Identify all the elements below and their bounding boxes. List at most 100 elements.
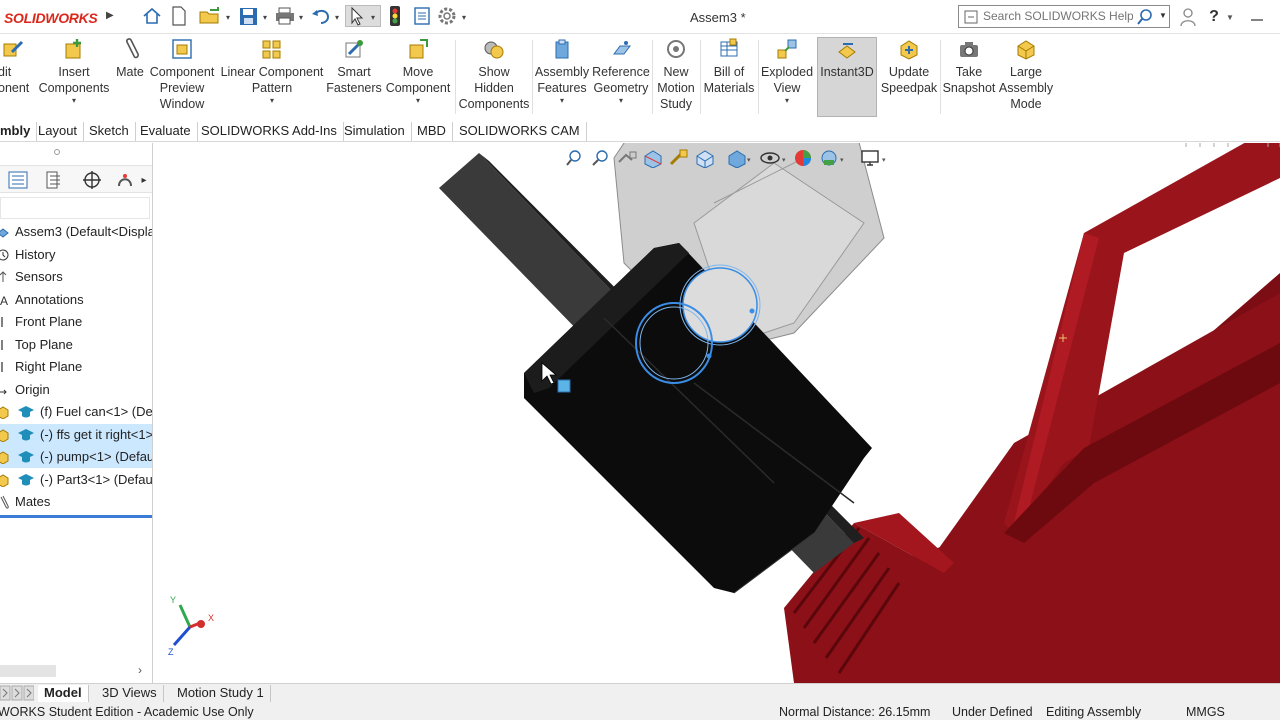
file-properties-icon[interactable]: [410, 5, 434, 27]
print-icon[interactable]: ▾: [274, 5, 308, 27]
status-units[interactable]: MMGS: [1186, 702, 1225, 720]
tree-item-pump[interactable]: (-) pump<1> (Defau: [0, 446, 152, 468]
tree-item-mates[interactable]: Mates: [0, 491, 152, 513]
edit-appearance-icon[interactable]: [792, 148, 814, 168]
tab-3d-views[interactable]: 3D Views: [96, 685, 164, 702]
svg-text:A: A: [0, 294, 8, 307]
command-manager-tabs: mbly Layout Sketch Evaluate SOLIDWORKS A…: [0, 120, 1280, 142]
user-account-icon[interactable]: [1178, 6, 1198, 28]
svg-text:▾: ▾: [782, 157, 786, 164]
tab-layout[interactable]: Layout: [32, 122, 85, 141]
dynamic-annotation-icon[interactable]: [668, 148, 690, 168]
ribbon-separator: [758, 40, 759, 114]
tree-item-annotations[interactable]: A Annotations: [0, 289, 152, 311]
tree-item-sensors[interactable]: Sensors: [0, 266, 152, 288]
hide-show-items-icon[interactable]: ▾: [758, 148, 788, 168]
tab-solidworks-cam[interactable]: SOLIDWORKS CAM: [453, 122, 587, 141]
tree-rollback-bar[interactable]: [0, 515, 152, 518]
open-document-icon[interactable]: ▾: [198, 5, 234, 27]
update-speedpak-button[interactable]: Update Speedpak: [880, 38, 938, 96]
camera-icon: [960, 42, 978, 57]
model-scene[interactable]: [154, 143, 1280, 683]
save-icon[interactable]: ▾: [238, 5, 272, 27]
ribbon-separator: [455, 40, 456, 114]
property-manager-icon[interactable]: [40, 168, 68, 192]
tree-item-history[interactable]: History: [0, 244, 152, 266]
bill-of-materials-button[interactable]: Bill of Materials: [702, 38, 756, 96]
help-icon[interactable]: ?: [1204, 6, 1224, 28]
panel-horizontal-scrollbar[interactable]: ›: [0, 663, 152, 679]
tree-item-ffs-get-it-right[interactable]: (-) ffs get it right<1>: [0, 424, 152, 446]
new-motion-study-button[interactable]: New Motion Study: [654, 38, 698, 112]
linear-component-pattern-button[interactable]: Linear Component Pattern ▾: [220, 38, 324, 106]
edit-component-button[interactable]: dit onent: [0, 38, 34, 96]
home-icon[interactable]: [140, 5, 164, 27]
search-icon[interactable]: [1136, 8, 1154, 26]
motion-study-icon: [667, 40, 685, 58]
status-normal-distance: Normal Distance: 26.15mm: [779, 705, 931, 719]
instant3d-button[interactable]: Instant3D: [817, 37, 877, 117]
solidworks-logo[interactable]: SOLIDWORKS: [4, 10, 98, 26]
component-preview-window-button[interactable]: Component Preview Window: [148, 38, 216, 112]
help-dropdown-icon[interactable]: ▼: [1224, 6, 1236, 28]
section-view-icon[interactable]: [642, 148, 664, 168]
display-style-icon[interactable]: ▾: [726, 148, 752, 168]
configuration-manager-icon[interactable]: [78, 168, 106, 192]
move-component-button[interactable]: Move Component ▾: [384, 38, 452, 106]
exploded-view-button[interactable]: Exploded View ▾: [760, 38, 814, 106]
panel-pin-icon[interactable]: [54, 149, 60, 155]
minimize-icon[interactable]: [1242, 6, 1272, 28]
scroll-right-icon[interactable]: ›: [138, 663, 142, 677]
show-hidden-components-button[interactable]: Show Hidden Components: [458, 38, 530, 112]
tab-sketch[interactable]: Sketch: [83, 122, 136, 141]
view-settings-monitor-icon[interactable]: ▾: [860, 148, 890, 168]
new-document-icon[interactable]: [168, 5, 190, 27]
insert-components-button[interactable]: Insert Components ▾: [38, 38, 110, 106]
tree-item-top-plane[interactable]: Top Plane: [0, 334, 152, 356]
undo-icon[interactable]: ▾: [310, 5, 344, 27]
search-dropdown-icon[interactable]: ▼: [1159, 11, 1167, 20]
large-assembly-mode-button[interactable]: Large Assembly Mode: [998, 38, 1054, 112]
graphics-viewport[interactable]: ▾ ▾ ▾ ▾ Y Z X: [154, 143, 1280, 683]
scrollbar-thumb[interactable]: [0, 665, 56, 677]
panel-scroll-right-icon[interactable]: ▸: [136, 168, 152, 192]
assembly-features-button[interactable]: Assembly Features ▾: [534, 38, 590, 106]
take-snapshot-button[interactable]: Take Snapshot: [942, 38, 996, 96]
display-manager-icon[interactable]: [114, 168, 136, 192]
select-arrow-icon[interactable]: ▾: [345, 5, 381, 27]
rebuild-traffic-light-icon[interactable]: [384, 5, 406, 27]
viewport-tile-icon[interactable]: [1267, 143, 1280, 147]
feature-manager-tree-icon[interactable]: [4, 168, 32, 192]
previous-view-icon[interactable]: [616, 148, 638, 168]
tab-model[interactable]: Model: [38, 685, 89, 702]
help-search-box[interactable]: ▼: [958, 5, 1170, 28]
svg-text:▾: ▾: [263, 13, 267, 22]
edit-component-icon: [3, 40, 24, 57]
title-bar: SOLIDWORKS ▶ ▾ ▾ ▾ ▾ ▾ ▾ Assem3 * Search…: [0, 0, 1280, 34]
tree-item-fuel-can[interactable]: (f) Fuel can<1> (Def: [0, 401, 152, 423]
options-gear-icon[interactable]: ▾: [436, 5, 472, 27]
tab-motion-study-1[interactable]: Motion Study 1: [171, 685, 271, 702]
tab-solidworks-add-ins[interactable]: SOLIDWORKS Add-Ins: [195, 122, 344, 141]
tab-mbd[interactable]: MBD: [411, 122, 453, 141]
viewport-maximize-icon[interactable]: [1213, 143, 1229, 147]
view-orientation-icon[interactable]: [694, 148, 716, 168]
mate-button[interactable]: Mate: [112, 38, 148, 80]
viewport-restore-icon[interactable]: [1185, 143, 1201, 147]
tree-item-origin[interactable]: Origin: [0, 379, 152, 401]
menu-expand-icon[interactable]: ▶: [106, 10, 114, 21]
zoom-to-area-icon[interactable]: [590, 148, 612, 168]
apply-scene-icon[interactable]: ▾: [818, 148, 848, 168]
help-search-input[interactable]: [983, 9, 1133, 23]
tab-navigation-arrows[interactable]: [0, 685, 34, 701]
tab-simulation[interactable]: Simulation: [338, 122, 412, 141]
tree-item-right-plane[interactable]: Right Plane: [0, 356, 152, 378]
reference-geometry-button[interactable]: Reference Geometry ▾: [592, 38, 650, 106]
tree-item-part3[interactable]: (-) Part3<1> (Defaul: [0, 469, 152, 491]
zoom-to-fit-icon[interactable]: [564, 148, 584, 168]
tree-item-front-plane[interactable]: Front Plane: [0, 311, 152, 333]
tab-evaluate[interactable]: Evaluate: [134, 122, 198, 141]
smart-fasteners-button[interactable]: Smart Fasteners: [326, 38, 382, 96]
tree-filter-box[interactable]: [0, 197, 150, 219]
tree-item-assembly[interactable]: Assem3 (Default<Displa: [0, 221, 152, 243]
